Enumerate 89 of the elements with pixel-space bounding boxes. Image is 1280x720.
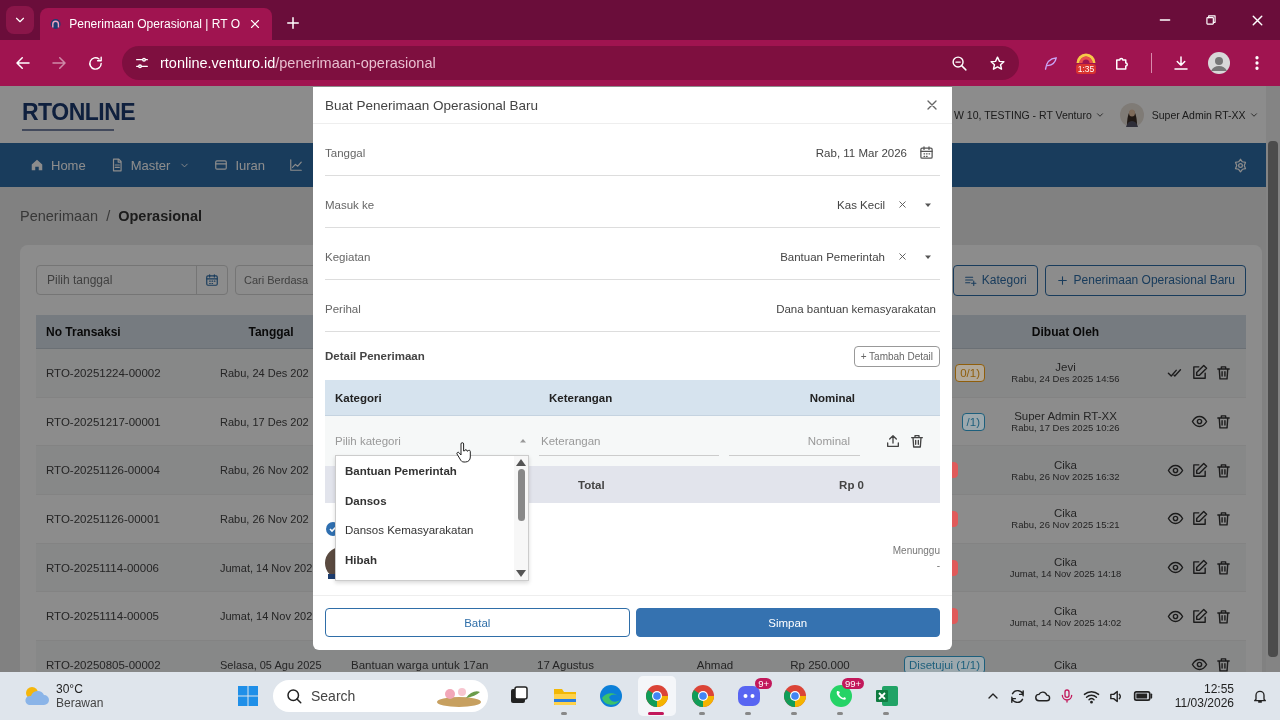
clock-time: 12:55 [1203,682,1234,696]
amount-field[interactable]: Nominal [729,426,860,456]
nav-link[interactable]: Master [130,157,191,173]
date-picker[interactable]: Pilih tanggal [36,265,228,295]
dialog-title: Buat Penerimaan Operasional Baru [325,97,539,113]
field-label: Perihal [325,302,361,315]
address-bar[interactable]: rtonline.venturo.id/penerimaan-operasional [122,46,1019,80]
column-header: Dibuat Oleh [1030,324,1101,339]
approval-status: Menunggu [892,545,940,556]
notification-badge: 9+ [755,678,772,689]
creator-name: Super Admin RT-XX [1014,410,1117,423]
table-cell: 17 Agustus [537,658,594,671]
browser-tab[interactable]: Penerimaan Operasional | RT O [40,8,272,40]
add-button[interactable]: Penerimaan Operasional Baru [1044,264,1246,296]
table-cell-text: RTO-20251224-00002 [45,366,161,379]
category-button[interactable]: Kategori [952,264,1038,296]
dropdown-option[interactable]: Dansos Kemasyarakatan [336,521,514,551]
user-menu[interactable]: Super Admin RT-XX [1151,108,1246,121]
dropdown-option[interactable]: Dansos [336,491,514,521]
description-field[interactable]: Keterangan [539,426,719,456]
select-field[interactable]: Bantuan Pemerintah [780,250,889,263]
created-date: Rabu, 26 Nov 2025 16:32 [1011,470,1120,482]
table-cell-text: RTO-20251114-00006 [45,561,159,574]
table-cell-text: Jumat, 14 Nov 202 [219,561,313,574]
column-header: Nominal [808,391,856,404]
date-field[interactable]: Rab, 11 Mar 2026 [815,146,911,159]
column-header: Keterangan [548,391,614,404]
table-cell-text: Rabu, 17 Des 202 [219,415,309,428]
breadcrumb-link[interactable]: Penerimaan [20,208,99,224]
table-cell-text: RTO-20251114-00005 [45,610,159,623]
created-date: Jumat, 14 Nov 2025 14:02 [1009,616,1122,628]
add-detail-button[interactable]: + Tambah Detail [853,345,940,367]
tab-title: Penerimaan Operasional | RT O [69,17,240,31]
field-label: Tanggal [325,146,366,159]
date-input[interactable]: Pilih tanggal [37,266,196,294]
table-cell-text: RTO-20251126-00001 [45,512,160,525]
breadcrumb-current: Operasional [118,208,203,224]
save-button[interactable]: Simpan [635,608,940,637]
column-header: Kategori [334,391,383,404]
creator-name: Cika [1054,458,1077,471]
field-label: Masuk ke [325,198,375,211]
created-date: Rabu, 26 Nov 2025 15:21 [1011,519,1120,531]
column-header: Tanggal [247,324,295,339]
table-cell-text: RTO-20251217-00001 [45,415,161,428]
table-cell: Bantuan warga untuk 17an [351,658,489,671]
cancel-button[interactable]: Batal [325,608,630,637]
table-cell-text: Rabu, 26 Nov 202 [219,464,309,477]
creator-name: Jevi [1055,361,1076,374]
temperature: 30°C [56,682,84,696]
nav-link[interactable]: Iuran [235,157,266,173]
dropdown-option[interactable]: Hibah [336,550,514,580]
clock-date: 11/03/2026 [1174,696,1234,710]
table-cell-text: Rabu, 26 Nov 202 [219,512,309,525]
table-cell-text: Rabu, 24 Des 202 [219,366,309,379]
created-date: Rabu, 17 Des 2025 10:26 [1011,422,1120,434]
column-header: No Transaksi [45,324,122,339]
breadcrumb-separator: / [106,208,111,224]
extension-badge: 1:35 [1075,64,1097,74]
select-field[interactable]: Kas Kecil [837,198,889,211]
section-title: Detail Penerimaan [325,350,425,362]
creator-name: Cika [1054,658,1077,671]
creator-name: Cika [1054,507,1077,520]
created-date: Jumat, 14 Nov 2025 14:18 [1009,568,1122,580]
table-cell-text: Jumat, 14 Nov 202 [219,610,313,623]
taskbar-search-field[interactable]: Search [273,680,488,712]
table-cell: Ahmad [696,658,734,671]
field-label: Kegiatan [325,250,371,263]
table-cell-text: Selasa, 05 Agu 2025 [219,658,322,671]
creator-name: Cika [1054,604,1077,617]
status-badge: Disetujui (1/1) [904,655,985,672]
status-badge: 0/1) [955,363,985,382]
created-date: Rabu, 24 Des 2025 14:56 [1011,373,1120,385]
weather-condition: Berawan [56,696,104,710]
nav-link[interactable]: Home [51,157,86,173]
text-field[interactable]: Dana bantuan kemasyarakatan [776,302,940,315]
total-value: Rp 0 [838,478,865,491]
total-label: Total [577,478,606,491]
approval-note: - [936,560,940,571]
table-cell-text: RTO-20251126-00004 [45,464,160,477]
table-cell-text: RTO-20250805-00002 [45,658,161,671]
creator-name: Cika [1054,556,1077,569]
url-text: rtonline.venturo.id/penerimaan-operasional [160,55,436,71]
status-badge: /1) [961,412,985,431]
table-cell: Rp 250.000 [790,658,850,671]
logo[interactable]: RTONLINE [22,98,136,126]
dropdown-option[interactable]: Bantuan Pemerintah [336,462,514,492]
clock[interactable]: 12:55 11/03/2026 [1174,682,1234,710]
organization-selector[interactable]: W 10, TESTING - RT Venturo [954,108,1092,121]
notification-badge: 99+ [841,678,864,689]
